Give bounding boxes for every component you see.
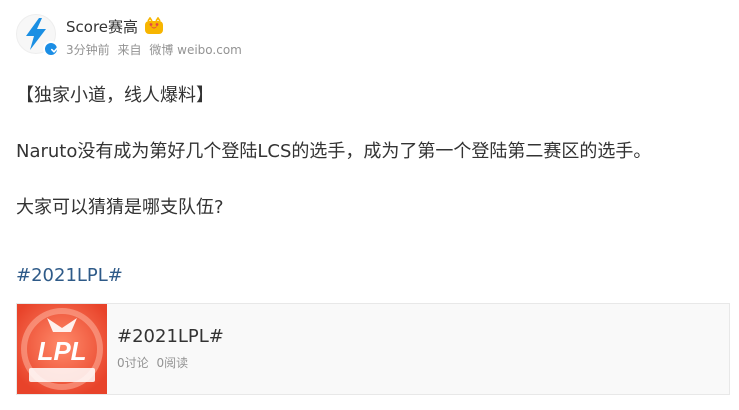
author-name[interactable]: Score赛高 (66, 16, 138, 37)
read-count: 0阅读 (156, 356, 189, 370)
topic-card[interactable]: LPL #2021LPL# 0讨论 0阅读 (16, 303, 730, 395)
post-paragraph: Naruto没有成为第好几个登陆LCS的选手，成为了第一个登陆第二赛区的选手。 (16, 141, 652, 162)
lpl-logo-icon: LPL (17, 304, 107, 394)
verified-check-icon (43, 41, 59, 57)
author-row: Score赛高 (66, 16, 164, 36)
post-meta: 3分钟前 来自 微博 weibo.com (66, 41, 246, 58)
post-paragraph: 【独家小道，线人爆料】 (16, 85, 214, 106)
lpl-logo-text: LPL (37, 336, 86, 366)
member-crown-icon[interactable] (144, 17, 164, 35)
topic-thumbnail: LPL (17, 304, 107, 394)
topic-title[interactable]: #2021LPL# (117, 326, 224, 347)
source-prefix: 来自 (117, 43, 142, 57)
post-source: 微博 weibo.com (149, 43, 242, 57)
post-paragraph: 大家可以猜猜是哪支队伍? (16, 197, 224, 218)
discussion-count: 0讨论 (117, 356, 149, 370)
topic-stats: 0讨论 0阅读 (117, 354, 188, 371)
post-time[interactable]: 3分钟前 (66, 43, 110, 57)
hashtag-link[interactable]: #2021LPL# (16, 262, 123, 290)
post-body: 【独家小道，线人爆料】 Naruto没有成为第好几个登陆LCS的选手，成为了第一… (16, 82, 728, 250)
avatar[interactable] (16, 14, 59, 57)
post-header: Score赛高 3分钟前 来自 微博 weibo.com (16, 14, 716, 60)
